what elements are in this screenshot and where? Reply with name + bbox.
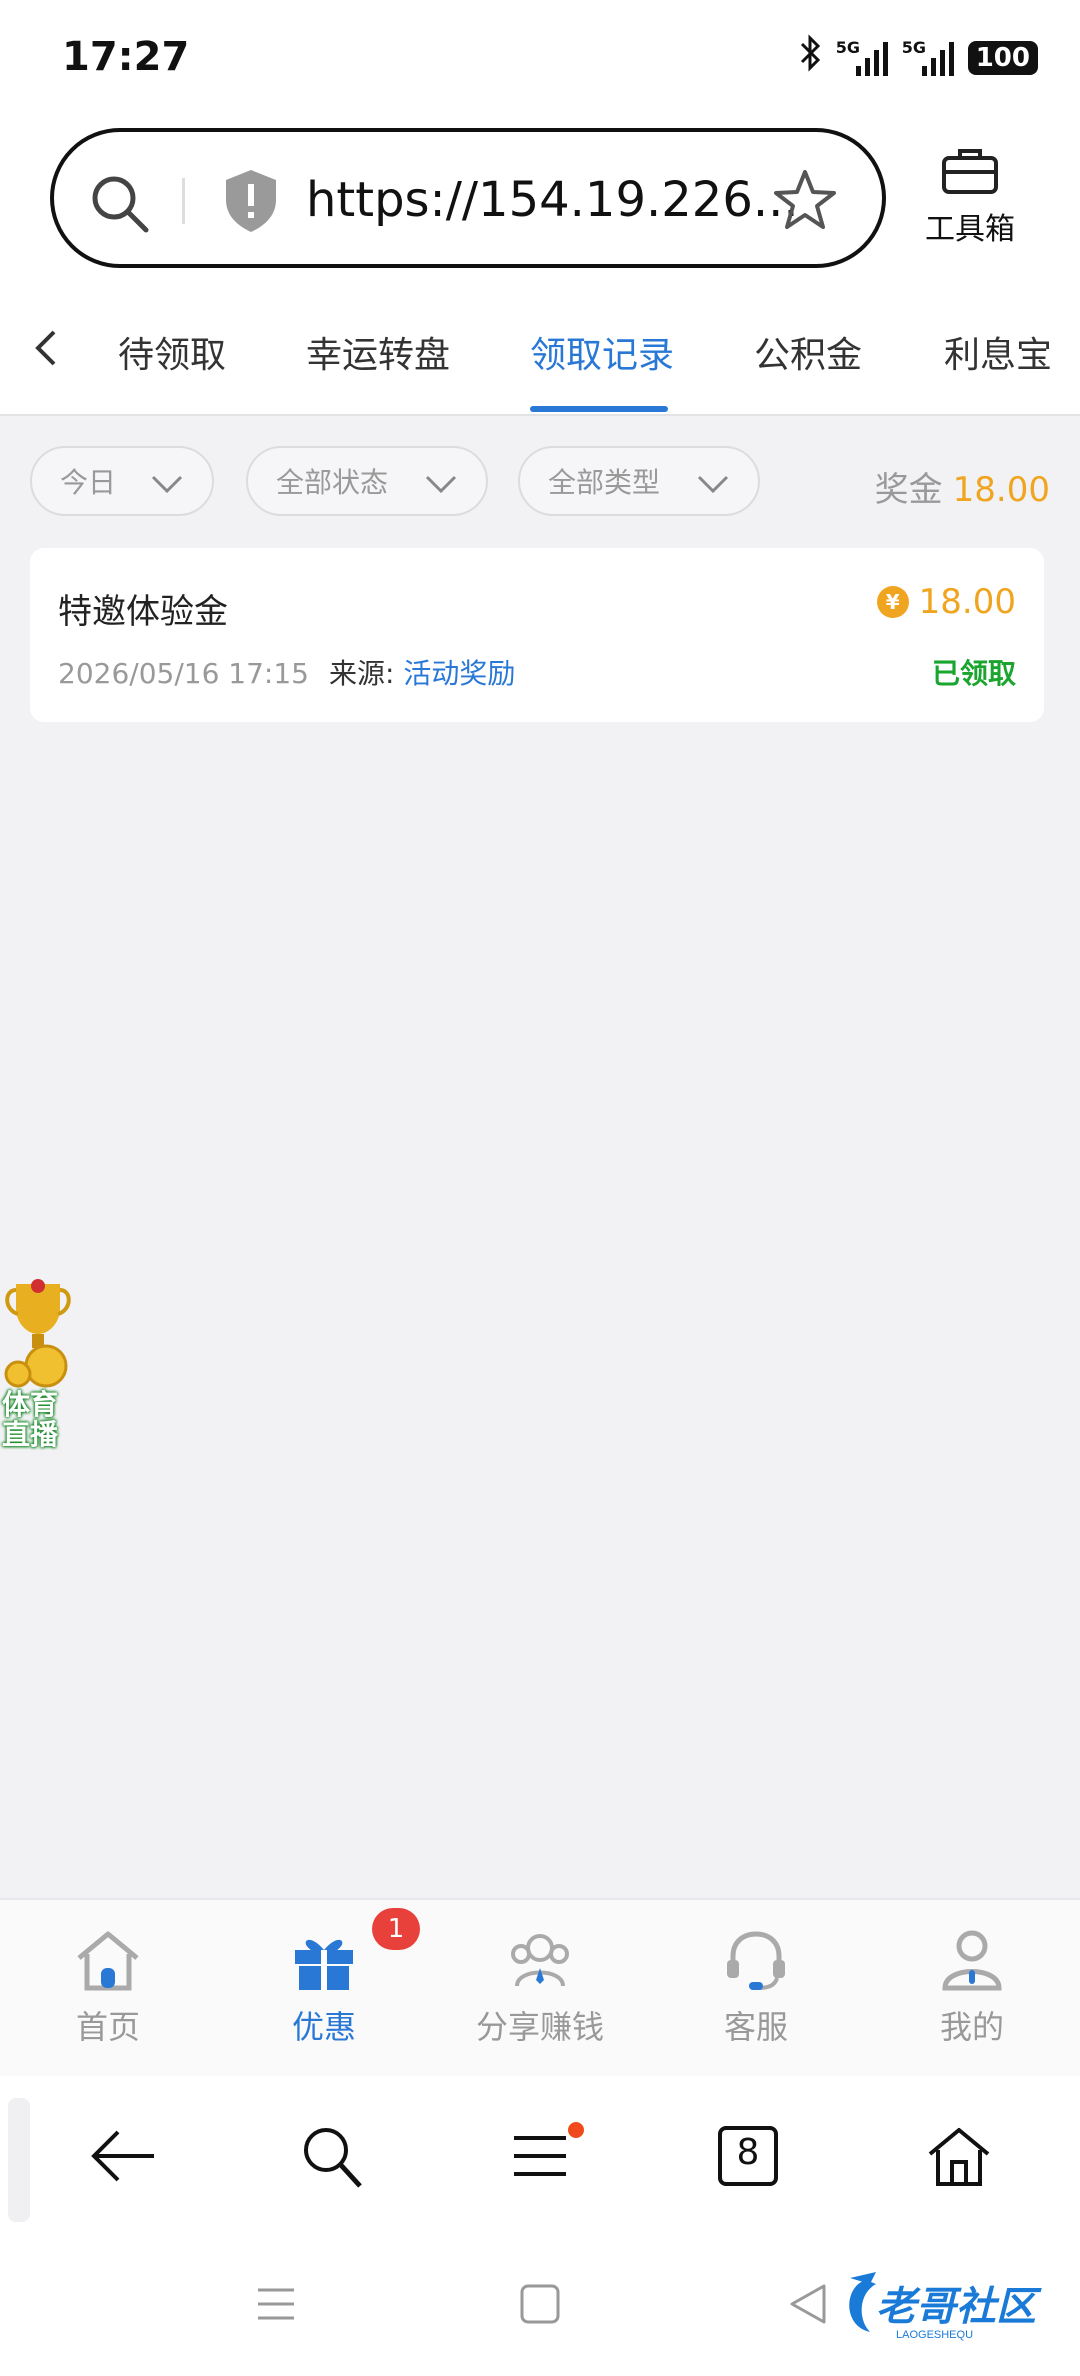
trophy-icon [2,1278,74,1394]
status-filter-dropdown[interactable]: 全部状态 [246,446,488,516]
date-filter-label: 今日 [60,466,117,499]
filter-row: 今日 全部状态 全部类型 奖金 18.00 [0,418,1080,548]
chevron-down-icon [696,470,730,503]
signal-5g-icon-2: 5G [902,38,954,78]
status-time: 17:27 [62,34,190,80]
chevron-down-icon [150,470,184,503]
tab-provident-fund[interactable]: 公积金 [754,326,862,378]
nav-home-label: 首页 [75,2008,140,2046]
gift-icon [289,1939,359,1996]
tabs-switcher-button[interactable]: 8 [716,2124,780,2192]
record-source-label: 来源: [328,657,395,690]
tab-bar: 待领取 幸运转盘 领取记录 公积金 利息宝 [0,280,1080,416]
system-nav-bar: 老哥社区 LAOGESHEQU [0,2240,1080,2376]
coin-icon: ¥ [876,586,909,618]
nav-customer-service-label: 客服 [723,2008,788,2046]
svg-text:老哥社区: 老哥社区 [876,2285,1042,2329]
headset-icon [721,1931,791,1996]
status-bar: 17:27 5G 5G 100 [0,0,1080,118]
toolbox-label: 工具箱 [925,212,1015,247]
app-bottom-nav: 首页 1 优惠 分享赚钱 客服 我的 [0,1898,1080,2076]
record-title: 特邀体验金 [58,592,228,632]
url-box[interactable]: https://154.19.226... [50,128,886,268]
star-icon[interactable] [772,168,838,238]
tab-interest-treasure[interactable]: 利息宝 [944,326,1052,378]
promotions-badge: 1 [372,1908,420,1950]
share-people-icon [505,1934,575,1996]
nav-home[interactable]: 首页 [28,1928,188,2048]
nav-customer-service[interactable]: 客服 [676,1928,836,2048]
home-icon[interactable] [924,2124,994,2192]
tab-lucky-wheel[interactable]: 幸运转盘 [306,326,450,378]
shield-icon[interactable] [222,168,280,238]
nav-promotions[interactable]: 1 优惠 [244,1908,420,2048]
search-icon[interactable] [298,2124,368,2192]
battery-indicator: 100 [967,40,1038,75]
active-tab-indicator [530,406,668,412]
record-amount-value: 18.00 [918,582,1016,622]
nav-share-earn[interactable]: 分享赚钱 [460,1928,620,2048]
record-card[interactable]: 特邀体验金 ¥ 18.00 2026/05/16 17:15 来源: 活动奖励 已… [30,548,1044,722]
bluetooth-icon [798,34,822,81]
watermark-logo: 老哥社区 LAOGESHEQU [836,2270,1060,2342]
edge-grip [8,2098,30,2222]
url-text[interactable]: https://154.19.226... [306,172,799,228]
nav-mine-label: 我的 [939,2008,1004,2046]
back-arrow-icon[interactable] [88,2124,158,2192]
briefcase-icon [940,149,1000,200]
menu-icon[interactable] [508,2122,584,2192]
user-icon [937,1930,1007,1996]
tab-count: 8 [736,2132,760,2173]
tab-pending[interactable]: 待领取 [118,326,226,378]
bonus-total: 奖金 18.00 [875,462,1050,511]
tab-claim-records[interactable]: 领取记录 [530,326,674,378]
nav-promotions-label: 优惠 [291,2008,356,2046]
nav-share-earn-label: 分享赚钱 [475,2008,604,2046]
recent-apps-icon[interactable] [254,2282,298,2330]
signal-5g-icon: 5G [836,38,888,78]
record-amount: ¥ 18.00 [876,582,1016,622]
menu-notification-dot [568,2122,584,2138]
date-filter-dropdown[interactable]: 今日 [30,446,214,516]
browser-bottom-bar: 8 [0,2076,1080,2240]
status-icons: 5G 5G 100 [798,34,1038,81]
home-square-icon[interactable] [518,2282,562,2330]
back-triangle-icon[interactable] [786,2282,830,2330]
svg-text:LAOGESHEQU: LAOGESHEQU [896,2329,973,2341]
nav-mine[interactable]: 我的 [892,1928,1052,2048]
sports-live-widget[interactable]: 体育 直播 [0,1278,74,1464]
chevron-left-icon[interactable] [26,326,66,374]
type-filter-dropdown[interactable]: 全部类型 [518,446,760,516]
type-filter-label: 全部类型 [548,466,661,499]
url-divider [182,178,185,224]
sports-live-label: 体育 直播 [2,1388,59,1451]
search-icon[interactable] [88,172,152,240]
bonus-amount: 18.00 [952,470,1050,510]
toolbox-button[interactable]: 工具箱 [910,146,1030,248]
bonus-label: 奖金 [874,470,943,510]
record-datetime: 2026/05/16 17:15 [58,657,309,690]
chevron-down-icon [424,470,458,503]
browser-address-bar: https://154.19.226... 工具箱 [0,118,1080,280]
record-source-link[interactable]: 活动奖励 [403,657,515,690]
record-status: 已领取 [931,657,1016,690]
status-filter-label: 全部状态 [276,466,389,499]
record-meta: 2026/05/16 17:15 来源: 活动奖励 [58,652,515,692]
home-icon [73,1931,143,1996]
